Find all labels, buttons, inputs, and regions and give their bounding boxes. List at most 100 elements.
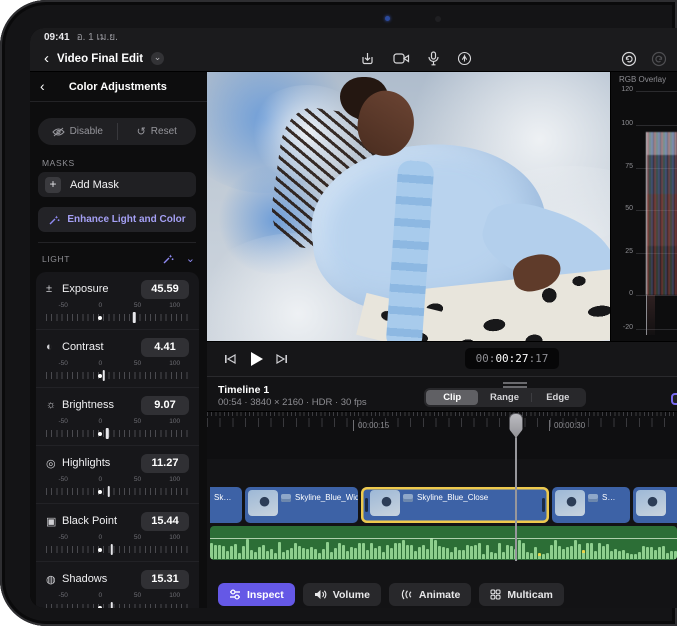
scope-gridline [636, 91, 677, 92]
rgb-overlay-scope: RGB Overlay 120 100 75 50 25 0 -20 [610, 72, 677, 341]
multicam-icon [490, 589, 501, 600]
slider-value[interactable]: 15.44 [141, 512, 189, 531]
audio-waveform-bar [354, 548, 357, 559]
chevron-down-icon[interactable]: ⌄ [186, 252, 195, 265]
slider-thumb[interactable] [107, 486, 110, 497]
audio-waveform-bar [270, 549, 273, 559]
volume-label: Volume [333, 589, 370, 601]
inspect-button[interactable]: Inspect [218, 583, 295, 606]
slider-track[interactable] [46, 486, 189, 497]
light-section-header[interactable]: LIGHT ⌄ [42, 252, 195, 265]
slider-thumb[interactable] [102, 370, 105, 381]
timeline-ruler[interactable]: 00:00:15 00:00:30 [207, 411, 677, 459]
mode-clip[interactable]: Clip [426, 390, 478, 405]
slider-value[interactable]: 11.27 [141, 454, 189, 473]
audio-waveform-bar [414, 551, 417, 559]
audio-waveform-bar [646, 547, 649, 560]
playhead-handle[interactable] [509, 413, 523, 438]
slider-thumb[interactable] [111, 544, 114, 555]
mode-range[interactable]: Range [478, 390, 530, 405]
audio-waveform-bar [422, 545, 425, 559]
mode-edge[interactable]: Edge [532, 390, 584, 405]
mic-icon[interactable] [428, 51, 439, 66]
masks-section-label: MASKS [42, 158, 75, 168]
scope-waveform-tail [646, 295, 655, 335]
audio-waveform-bar [610, 551, 613, 559]
audio-waveform-bar [622, 550, 625, 559]
chevron-down-icon[interactable]: ⌄ [151, 52, 164, 65]
clip-edge-partial[interactable] [633, 487, 677, 523]
disable-button[interactable]: Disable [38, 118, 117, 145]
next-frame-button[interactable] [269, 354, 295, 364]
slider-track[interactable] [46, 312, 189, 323]
volume-button[interactable]: Volume [303, 583, 381, 606]
audio-waveform-bar [322, 549, 325, 559]
audio-waveform-bar [210, 543, 213, 559]
slider-track[interactable] [46, 428, 189, 439]
multicam-button[interactable]: Multicam [479, 583, 564, 606]
audio-waveform-bar [606, 544, 609, 560]
reset-button[interactable]: ↺ Reset [118, 118, 197, 145]
slider-value[interactable]: 45.59 [141, 280, 189, 299]
trim-handle-left[interactable] [365, 498, 368, 512]
play-button[interactable] [243, 352, 269, 366]
undo-icon[interactable] [621, 51, 637, 67]
audio-waveform-bar [218, 545, 221, 559]
audio-waveform-bar [466, 545, 469, 559]
slider-track[interactable] [46, 602, 189, 608]
slider-value[interactable]: 15.31 [141, 570, 189, 589]
slider-label: Brightness [62, 399, 141, 411]
audio-waveform-bar [546, 553, 549, 559]
slider-thumb[interactable] [133, 312, 136, 323]
slider-label: Black Point [62, 515, 141, 527]
audio-waveform-bar [330, 552, 333, 559]
audio-waveform-bar [486, 545, 489, 559]
audio-waveform-bar [638, 552, 641, 559]
timecode-hours: 00: [476, 352, 496, 365]
enhance-light-color-button[interactable]: Enhance Light and Color [38, 207, 196, 232]
camera-icon[interactable] [393, 52, 410, 65]
slider-scale: -500 50100 [46, 592, 189, 602]
audio-track[interactable] [210, 526, 677, 560]
playhead[interactable] [508, 413, 524, 561]
clip-skyline-partial[interactable]: Sk… [210, 487, 242, 523]
inspect-label: Inspect [247, 589, 284, 601]
slider-thumb[interactable] [110, 602, 113, 608]
audio-waveform-bar [238, 553, 241, 560]
ruler-time-label: 00:00:30 [549, 420, 585, 431]
annotate-icon[interactable] [457, 51, 472, 66]
import-icon[interactable] [360, 51, 375, 66]
slider-track[interactable] [46, 544, 189, 555]
back-icon[interactable]: ‹ [30, 78, 53, 96]
timecode-display[interactable]: 00:00:27:17 [465, 348, 559, 369]
app-screen: 09:41 อ. 1 เม.ย. ‹ Video Final Edit ⌄ [30, 28, 677, 608]
audio-waveform-bar [578, 544, 581, 559]
add-mask-button[interactable]: + Add Mask [38, 172, 196, 197]
animate-button[interactable]: Animate [389, 583, 471, 606]
video-preview[interactable] [207, 72, 610, 341]
timeline-title: Timeline 1 [218, 384, 269, 396]
slider-value[interactable]: 9.07 [141, 396, 189, 415]
slider-origin-dot [98, 316, 102, 320]
scope-waveform-trace [646, 132, 677, 295]
slider-value[interactable]: 4.41 [141, 338, 189, 357]
audio-waveform-bar [666, 553, 669, 559]
audio-waveform-bar [494, 553, 497, 559]
clip-appearance-button[interactable] [671, 393, 677, 405]
previous-frame-button[interactable] [217, 354, 243, 364]
slider-thumb[interactable] [106, 428, 109, 439]
clip-skyline-blue-wide[interactable]: Skyline_Blue_Wide [245, 487, 358, 523]
audio-waveform-bar [318, 553, 321, 559]
audio-waveform-bar [550, 545, 553, 559]
trim-handle-right[interactable] [542, 498, 545, 512]
audio-waveform-bar [562, 549, 565, 559]
timeline-panel: Timeline 1 00:54 · 3840 × 2160 · HDR · 3… [207, 376, 677, 608]
slider-track[interactable] [46, 370, 189, 381]
back-icon[interactable]: ‹ [44, 51, 49, 66]
project-title[interactable]: Video Final Edit [57, 53, 143, 65]
audio-waveform-bar [430, 538, 433, 559]
shadows-icon: ◍ [46, 573, 62, 586]
scope-tick: 0 [615, 290, 633, 297]
clip-skyline-truncated[interactable]: S… [552, 487, 630, 523]
magic-wand-icon[interactable] [162, 253, 174, 265]
